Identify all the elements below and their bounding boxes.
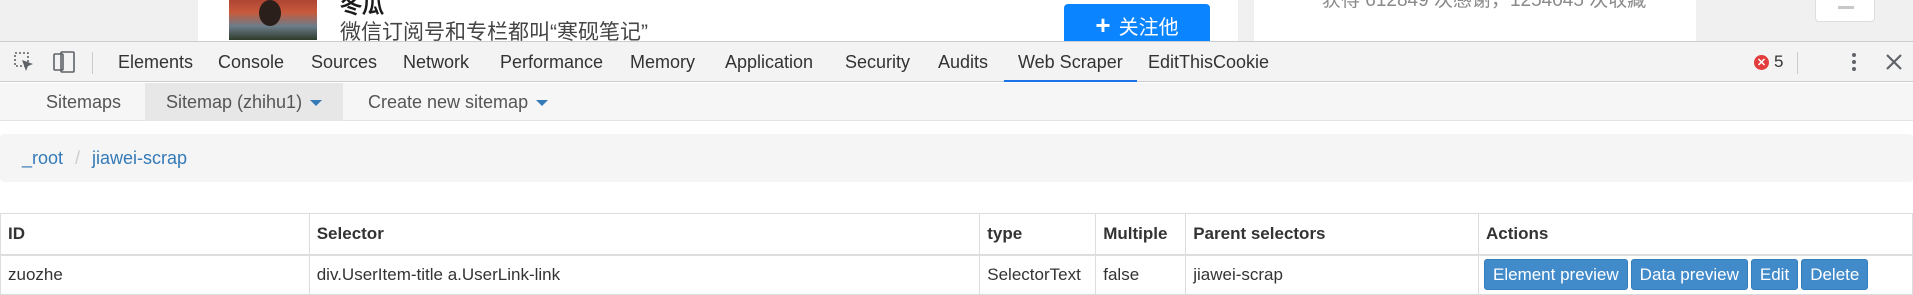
breadcrumb-root[interactable]: _root (22, 134, 63, 182)
breadcrumb-current[interactable]: jiawei-scrap (92, 134, 187, 182)
element-preview-button[interactable]: Element preview (1484, 259, 1628, 291)
tab-audits[interactable]: Audits (938, 42, 988, 82)
error-icon: ✕ (1754, 54, 1769, 70)
table-row[interactable]: zuozhe div.UserItem-title a.UserLink-lin… (0, 254, 1913, 295)
data-preview-button[interactable]: Data preview (1630, 259, 1748, 291)
delete-button[interactable]: Delete (1801, 259, 1869, 291)
edit-button[interactable]: Edit (1750, 259, 1799, 291)
header-id: ID (0, 213, 310, 256)
avatar[interactable] (229, 0, 317, 40)
table-header-row: ID Selector type Multiple Parent selecto… (0, 213, 1913, 256)
tab-security[interactable]: Security (845, 42, 910, 82)
close-icon[interactable] (1882, 50, 1906, 74)
nav-sitemaps[interactable]: Sitemaps (46, 83, 121, 121)
cell-parent: jiawei-scrap (1185, 254, 1479, 295)
chevron-down-icon (536, 100, 549, 107)
cell-actions: Element preview Data preview Edit Delete (1478, 254, 1913, 295)
nav-sitemap-current[interactable]: Sitemap (zhihu1) (145, 83, 344, 121)
header-parent-selectors: Parent selectors (1185, 213, 1479, 256)
breadcrumb: _root / jiawei-scrap (0, 134, 1913, 182)
tab-elements[interactable]: Elements (118, 42, 193, 82)
error-count: 5 (1774, 52, 1784, 71)
tab-web-scraper[interactable]: Web Scraper (1004, 42, 1137, 82)
tab-sources[interactable]: Sources (311, 42, 377, 82)
tab-application[interactable]: Application (725, 42, 813, 82)
cell-multiple: false (1095, 254, 1187, 295)
divider (92, 52, 93, 74)
error-counter[interactable]: ✕ 5 (1754, 52, 1783, 72)
cell-selector: div.UserItem-title a.UserLink-link (308, 254, 981, 295)
follow-label: 关注他 (1118, 16, 1179, 39)
header-multiple: Multiple (1095, 213, 1187, 256)
nav-sitemap-label: Sitemap (zhihu1) (166, 92, 303, 112)
tab-console[interactable]: Console (218, 42, 284, 82)
scraper-nav: Sitemaps Sitemap (zhihu1) Create new sit… (0, 83, 1913, 121)
follow-button[interactable]: + 关注他 (1064, 4, 1210, 41)
tab-memory[interactable]: Memory (630, 42, 695, 82)
cell-type: SelectorText (979, 254, 1097, 295)
menu-icon[interactable] (1815, 0, 1875, 22)
nav-create-label: Create new sitemap (368, 92, 529, 112)
inspect-element-icon[interactable] (12, 50, 36, 74)
tab-network[interactable]: Network (403, 42, 469, 82)
breadcrumb-separator: / (75, 148, 81, 168)
plus-icon: + (1095, 10, 1111, 40)
stats-text: 获得 612849 次感谢，1254045 次收藏 (1322, 0, 1647, 11)
selectors-table: ID Selector type Multiple Parent selecto… (0, 213, 1913, 295)
page-content-strip: 冬瓜 微信订阅号和专栏都叫“寒砚笔记” + 关注他 获得 612849 次感谢，… (0, 0, 1913, 41)
more-options-icon[interactable] (1842, 50, 1866, 74)
tab-editthiscookie[interactable]: EditThisCookie (1148, 42, 1269, 82)
chevron-down-icon (310, 100, 323, 107)
author-description: 微信订阅号和专栏都叫“寒砚笔记” (340, 21, 648, 41)
divider (1797, 52, 1798, 74)
header-selector: Selector (308, 213, 981, 256)
device-toolbar-icon[interactable] (52, 50, 76, 74)
tab-performance[interactable]: Performance (500, 42, 603, 82)
nav-create-sitemap[interactable]: Create new sitemap (368, 83, 549, 121)
cell-id: zuozhe (0, 254, 310, 295)
devtools-tab-bar: Elements Console Sources Network Perform… (0, 41, 1913, 82)
header-actions: Actions (1478, 213, 1913, 256)
header-type: type (979, 213, 1097, 256)
